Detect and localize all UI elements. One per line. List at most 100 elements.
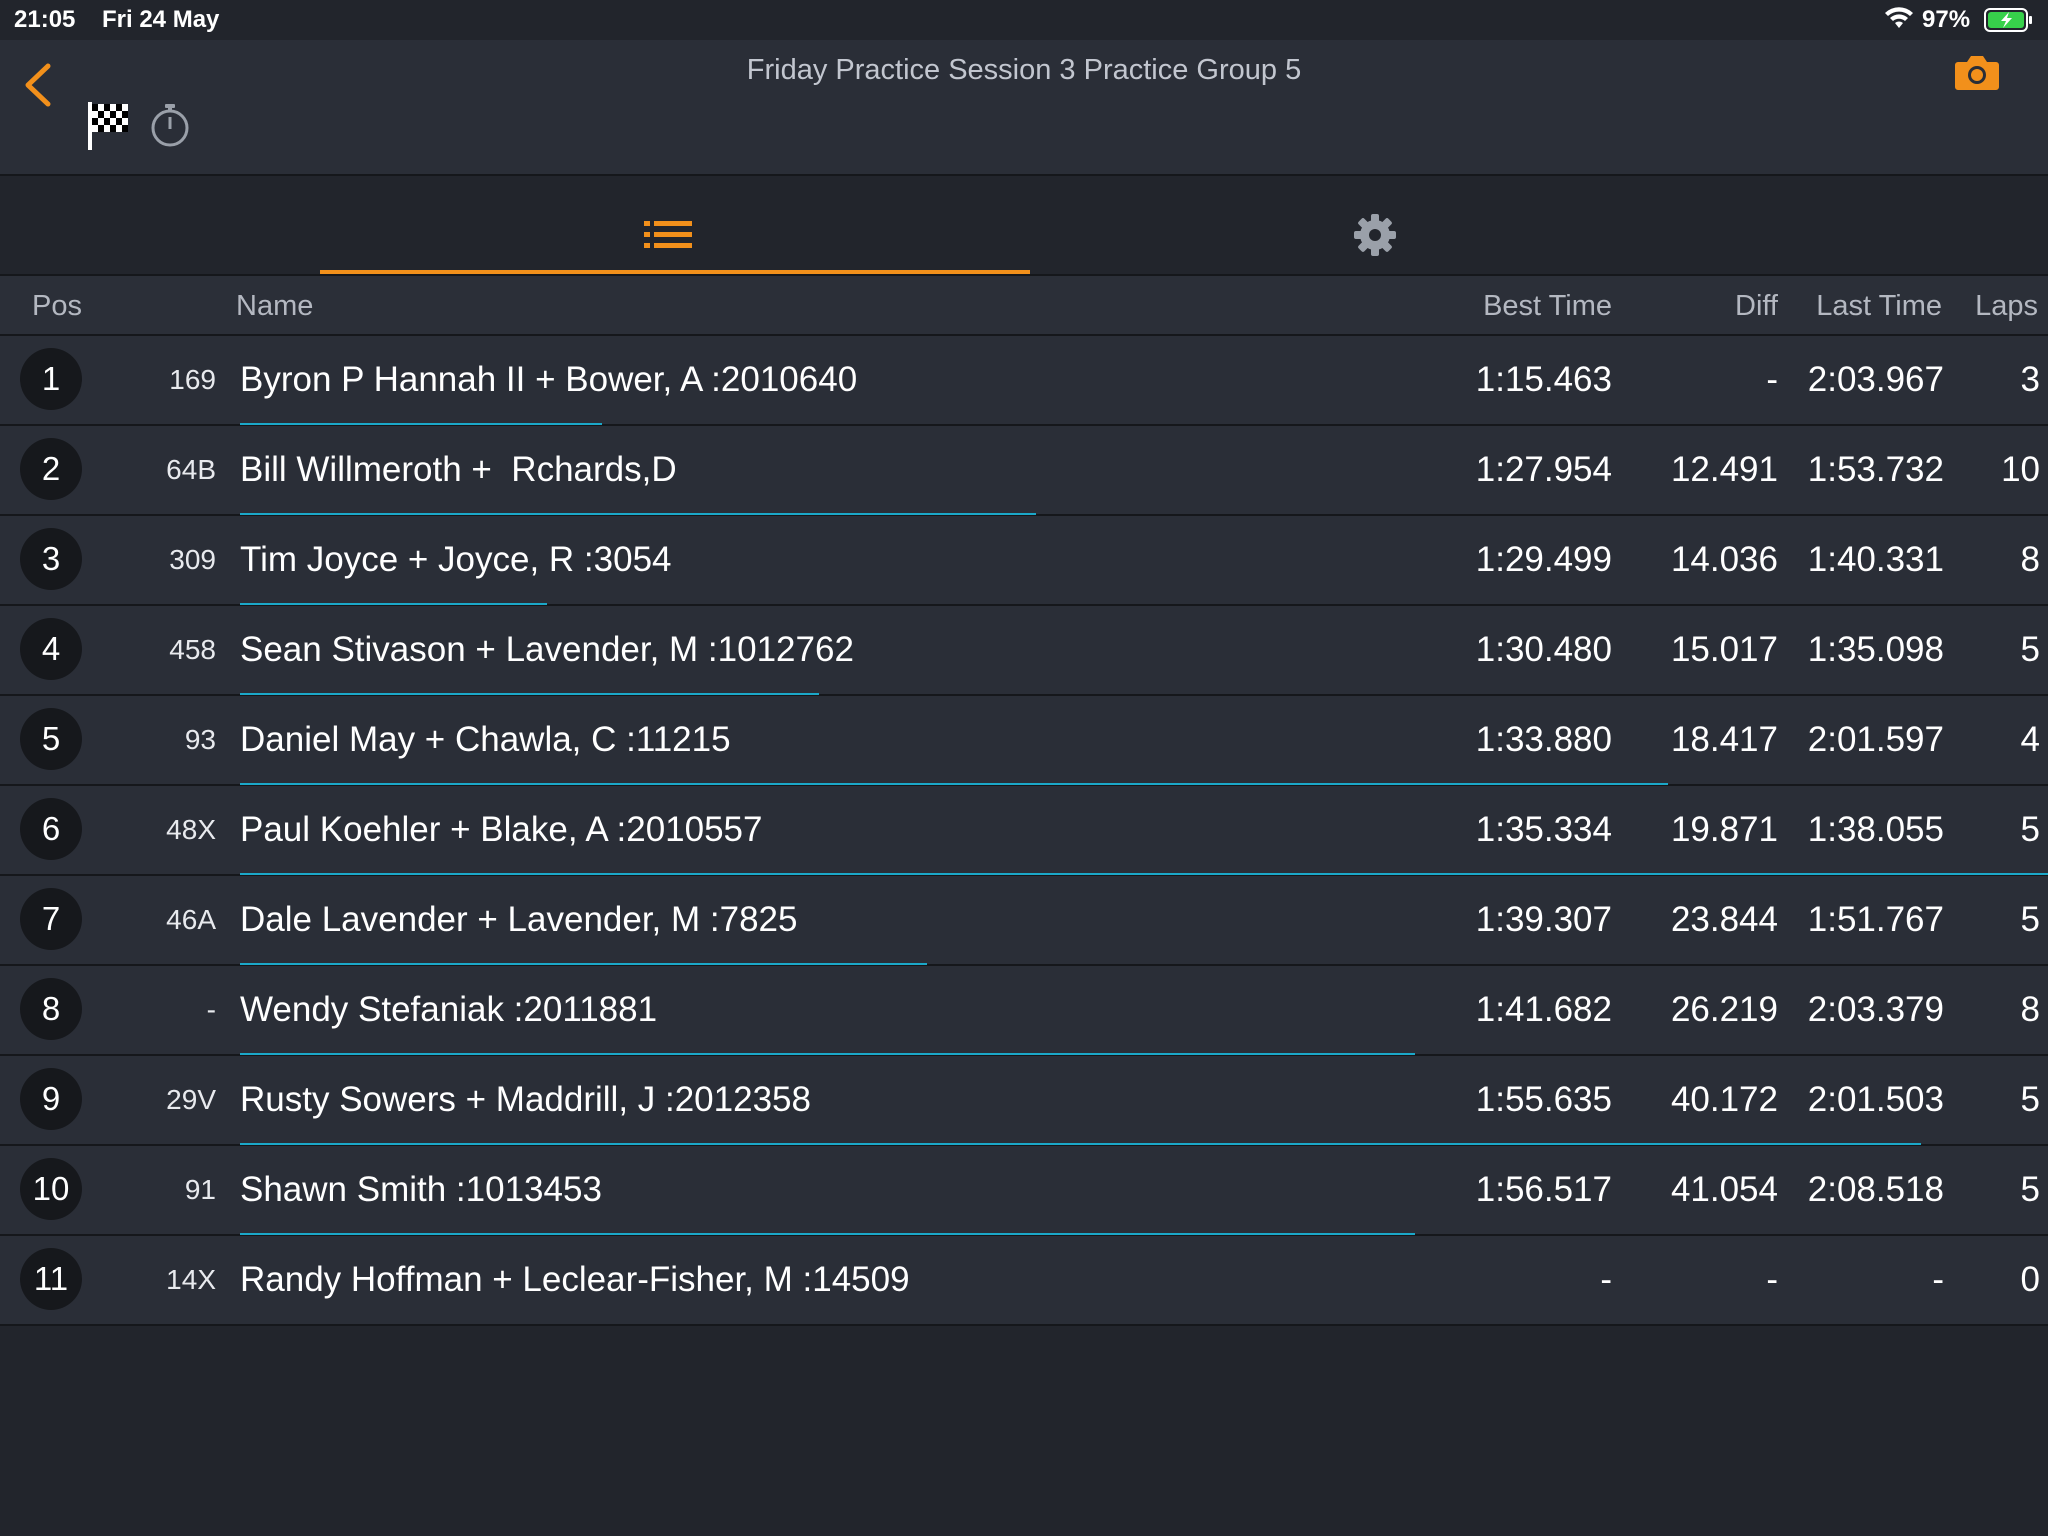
driver-name: Daniel May + Chawla, C :11215: [240, 720, 731, 759]
driver-name: Byron P Hannah II + Bower, A :2010640: [240, 360, 858, 399]
table-header: Pos Name Best Time Diff Last Time Laps: [0, 276, 2048, 336]
position-badge: 2: [20, 438, 82, 500]
best-time: 1:41.682: [1475, 990, 1612, 1029]
best-time: -: [1600, 1260, 1612, 1299]
laps-count: 5: [2020, 1170, 2040, 1209]
battery-icon: [1984, 8, 2034, 37]
best-time: 1:35.334: [1475, 810, 1612, 849]
table-row[interactable]: 6 48X Paul Koehler + Blake, A :2010557 1…: [0, 786, 2048, 876]
table-row[interactable]: 3 309 Tim Joyce + Joyce, R :3054 1:29.49…: [0, 516, 2048, 606]
last-time: -: [1932, 1260, 1944, 1299]
results-table: 1 169 Byron P Hannah II + Bower, A :2010…: [0, 336, 2048, 1326]
driver-name: Wendy Stefaniak :2011881: [240, 990, 658, 1029]
best-time: 1:33.880: [1475, 720, 1612, 759]
progress-bar: [240, 1233, 1415, 1235]
camera-button[interactable]: [1954, 52, 2000, 92]
diff-time: 41.054: [1670, 1170, 1778, 1209]
car-number: 93: [184, 724, 216, 755]
diff-time: 14.036: [1670, 540, 1778, 579]
diff-time: 18.417: [1670, 720, 1778, 759]
laps-count: 5: [2020, 810, 2040, 849]
progress-bar: [240, 873, 2048, 875]
status-date: Fri 24 May: [102, 6, 220, 33]
tab-settings[interactable]: [1030, 176, 1730, 274]
column-laps[interactable]: Laps: [1975, 290, 2038, 323]
best-time: 1:15.463: [1475, 360, 1612, 399]
diff-time: 23.844: [1670, 900, 1778, 939]
best-time: 1:39.307: [1475, 900, 1612, 939]
driver-name: Tim Joyce + Joyce, R :3054: [240, 540, 672, 579]
car-number: 91: [184, 1174, 216, 1205]
best-time: 1:30.480: [1475, 630, 1612, 669]
table-row[interactable]: 8 - Wendy Stefaniak :2011881 1:41.682 26…: [0, 966, 2048, 1056]
position-badge: 5: [20, 708, 82, 770]
driver-name: Randy Hoffman + Leclear-Fisher, M :14509: [240, 1260, 910, 1299]
table-row[interactable]: 10 91 Shawn Smith :1013453 1:56.517 41.0…: [0, 1146, 2048, 1236]
diff-time: -: [1766, 360, 1778, 399]
driver-name: Bill Willmeroth + Rchards,D: [240, 450, 677, 489]
last-time: 1:51.767: [1807, 900, 1944, 939]
laps-count: 8: [2020, 990, 2040, 1029]
driver-name: Paul Koehler + Blake, A :2010557: [240, 810, 763, 849]
diff-time: 12.491: [1670, 450, 1778, 489]
status-time: 21:05: [14, 6, 76, 33]
progress-bar: [240, 693, 819, 695]
diff-time: 19.871: [1670, 810, 1778, 849]
car-number: 46A: [166, 904, 216, 935]
camera-icon: [1955, 56, 1999, 90]
table-row[interactable]: 7 46A Dale Lavender + Lavender, M :7825 …: [0, 876, 2048, 966]
laps-count: 5: [2020, 900, 2040, 939]
laps-count: 10: [2001, 450, 2040, 489]
position-badge: 11: [20, 1248, 82, 1310]
position-badge: 3: [20, 528, 82, 590]
last-time: 1:40.331: [1807, 540, 1944, 579]
last-time: 2:01.503: [1807, 1080, 1944, 1119]
position-badge: 8: [20, 978, 82, 1040]
battery-percentage: 97%: [1922, 6, 1971, 33]
driver-name: Shawn Smith :1013453: [240, 1170, 602, 1209]
table-row[interactable]: 1 169 Byron P Hannah II + Bower, A :2010…: [0, 336, 2048, 426]
car-number: 458: [169, 634, 216, 665]
car-number: 29V: [166, 1084, 216, 1115]
table-row[interactable]: 5 93 Daniel May + Chawla, C :11215 1:33.…: [0, 696, 2048, 786]
car-number: 309: [169, 544, 216, 575]
progress-bar: [240, 1143, 1921, 1145]
best-time: 1:29.499: [1475, 540, 1612, 579]
column-best-time[interactable]: Best Time: [1483, 290, 1612, 323]
table-row[interactable]: 4 458 Sean Stivason + Lavender, M :10127…: [0, 606, 2048, 696]
position-badge: 10: [20, 1158, 82, 1220]
best-time: 1:55.635: [1475, 1080, 1612, 1119]
driver-name: Dale Lavender + Lavender, M :7825: [240, 900, 798, 939]
gear-icon: [1354, 214, 1396, 256]
laps-count: 5: [2020, 1080, 2040, 1119]
status-bar: 21:05 Fri 24 May 97%: [0, 0, 2048, 40]
column-name[interactable]: Name: [236, 290, 313, 323]
driver-name: Rusty Sowers + Maddrill, J :2012358: [240, 1080, 811, 1119]
last-time: 1:38.055: [1807, 810, 1944, 849]
last-time: 2:03.379: [1807, 990, 1944, 1029]
position-badge: 6: [20, 798, 82, 860]
page-title: Friday Practice Session 3 Practice Group…: [746, 54, 1302, 86]
checkered-flag-icon[interactable]: [86, 100, 132, 152]
progress-bar: [240, 513, 1036, 515]
header: Friday Practice Session 3 Practice Group…: [0, 40, 2048, 176]
progress-bar: [240, 783, 1668, 785]
car-number: 169: [169, 364, 216, 395]
list-icon: [644, 221, 692, 248]
table-row[interactable]: 11 14X Randy Hoffman + Leclear-Fisher, M…: [0, 1236, 2048, 1326]
position-badge: 1: [20, 348, 82, 410]
laps-count: 5: [2020, 630, 2040, 669]
column-pos[interactable]: Pos: [32, 290, 82, 323]
progress-bar: [240, 1053, 1415, 1055]
progress-bar: [240, 423, 602, 425]
stopwatch-icon[interactable]: [148, 102, 192, 148]
diff-time: -: [1766, 1260, 1778, 1299]
column-last-time[interactable]: Last Time: [1816, 290, 1942, 323]
laps-count: 8: [2020, 540, 2040, 579]
table-row[interactable]: 2 64B Bill Willmeroth + Rchards,D 1:27.9…: [0, 426, 2048, 516]
column-diff[interactable]: Diff: [1735, 290, 1778, 323]
table-row[interactable]: 9 29V Rusty Sowers + Maddrill, J :201235…: [0, 1056, 2048, 1146]
tab-results-list[interactable]: [320, 176, 1030, 274]
best-time: 1:27.954: [1475, 450, 1612, 489]
last-time: 2:03.967: [1807, 360, 1944, 399]
